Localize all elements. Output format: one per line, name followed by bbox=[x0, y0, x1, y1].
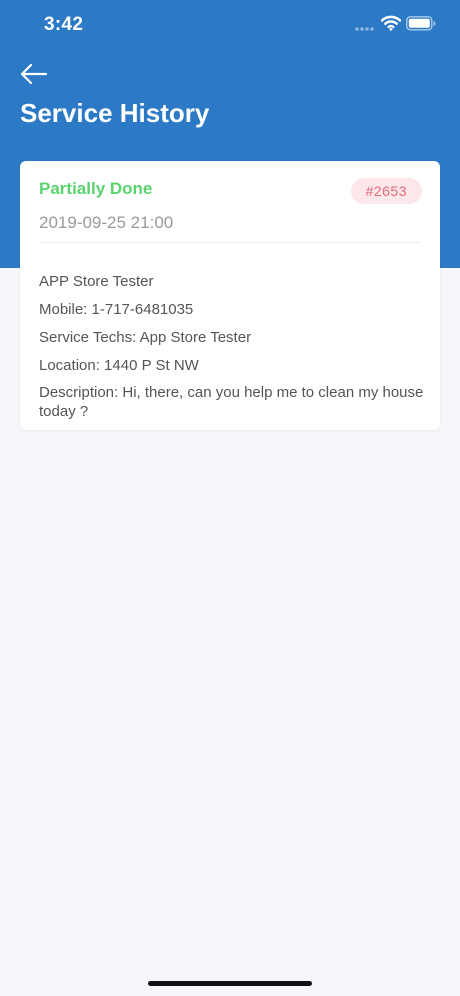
cellular-signal-icon bbox=[355, 21, 375, 39]
arrow-left-icon bbox=[18, 63, 52, 92]
home-indicator[interactable] bbox=[148, 981, 312, 986]
status-bar: 3:42 bbox=[0, 0, 460, 50]
service-description: Description: Hi, there, can you help me … bbox=[39, 384, 424, 420]
service-history-card[interactable]: Partially Done #2653 2019-09-25 21:00 AP… bbox=[20, 161, 440, 430]
order-number-badge: #2653 bbox=[350, 178, 422, 204]
service-techs: Service Techs: App Store Tester bbox=[39, 329, 252, 346]
customer-name: APP Store Tester bbox=[39, 273, 154, 290]
service-status: Partially Done bbox=[39, 179, 153, 198]
service-location: Location: 1440 P St NW bbox=[39, 357, 199, 374]
customer-mobile: Mobile: 1-717-6481035 bbox=[39, 301, 194, 318]
wifi-icon bbox=[380, 15, 402, 36]
service-datetime: 2019-09-25 21:00 bbox=[39, 213, 174, 232]
battery-icon bbox=[406, 16, 436, 36]
page-title: Service History bbox=[20, 98, 210, 128]
card-divider bbox=[39, 242, 420, 243]
back-button[interactable] bbox=[18, 60, 52, 88]
status-time: 3:42 bbox=[44, 14, 84, 35]
